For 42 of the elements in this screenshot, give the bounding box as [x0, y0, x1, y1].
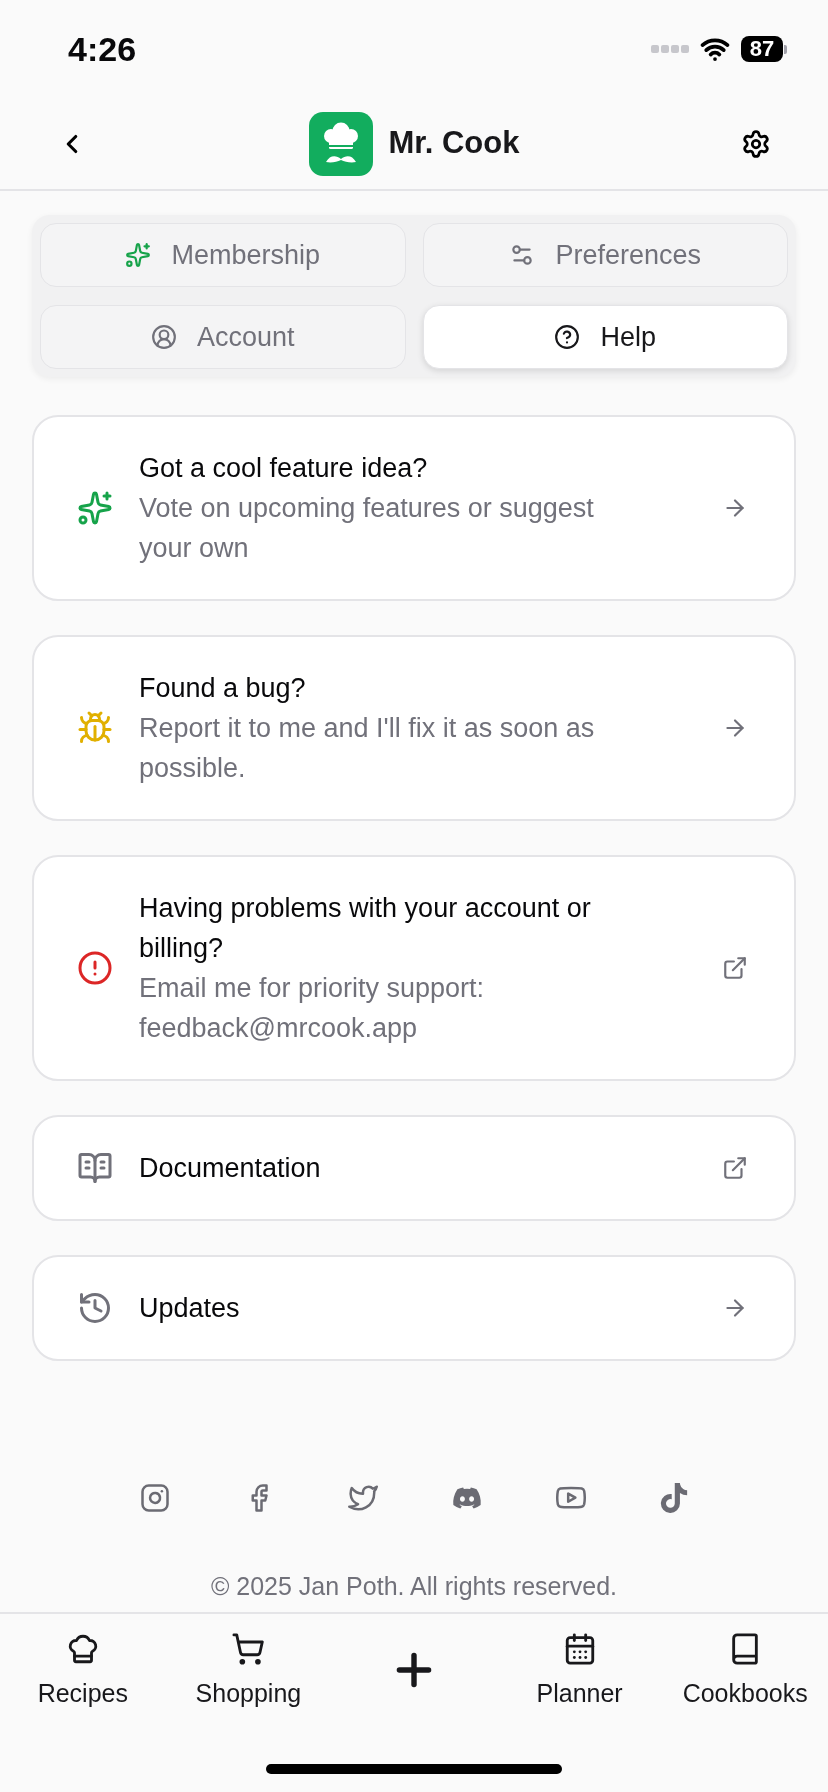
card-description: Vote on upcoming features or suggest your own	[139, 492, 595, 565]
settings-tab[interactable]: Help	[422, 305, 788, 369]
open-book-icon	[77, 1150, 113, 1186]
help-link-card[interactable]: Found a bug? Report it to me and I'll fix it as soon as possible.	[32, 635, 796, 821]
help-link-card[interactable]: Updates	[32, 1255, 796, 1361]
help-link-card[interactable]: Documentation	[32, 1115, 796, 1221]
sparkles-icon	[125, 242, 152, 268]
instagram-icon[interactable]	[140, 1483, 170, 1513]
card-title: Got a cool feature idea?	[139, 452, 429, 485]
card-title: Found a bug?	[139, 672, 307, 705]
card-description: Email me for priority support: feedback@mrcook.app	[139, 972, 486, 1045]
nav-tab[interactable]: Shopping	[195, 1632, 302, 1708]
settings-icon	[741, 128, 771, 159]
help-link-card[interactable]: Having problems with your account or billing? Email me for priority support: feedback@mrcook.app	[32, 855, 796, 1081]
nav-tab[interactable]: Recipes	[37, 1632, 128, 1708]
external-link-icon	[722, 955, 748, 981]
copyright-text: © 2025 Jan Poth. All rights reserved.	[210, 1571, 618, 1601]
user-circle-icon	[150, 324, 177, 350]
external-link-icon	[722, 1155, 748, 1181]
sparkles-icon	[77, 490, 113, 526]
tiktok-icon[interactable]	[660, 1483, 688, 1513]
bug-icon	[77, 710, 113, 746]
help-link-card[interactable]: Got a cool feature idea? Vote on upcoming features or suggest your own	[32, 415, 796, 601]
alert-circle-icon	[77, 950, 113, 986]
chef-hat-logo-icon	[308, 111, 373, 176]
card-description: Report it to me and I'll fix it as soon as possible.	[139, 712, 596, 785]
nav-tab[interactable]: Cookbooks	[682, 1632, 808, 1708]
settings-tab[interactable]: Preferences	[422, 223, 788, 287]
nav-tab[interactable]: Planner	[536, 1632, 623, 1708]
shopping-cart-icon	[231, 1632, 266, 1666]
card-title: Having problems with your account or billing?	[139, 892, 592, 965]
card-title: Documentation	[139, 1152, 322, 1185]
settings-tab[interactable]: Membership	[40, 223, 406, 287]
status-time: 4:26	[68, 32, 137, 66]
battery-indicator: 87	[741, 36, 787, 62]
history-icon	[77, 1290, 113, 1326]
help-circle-icon	[554, 324, 581, 350]
twitter-bird-icon[interactable]	[348, 1483, 378, 1513]
signal-icon	[651, 45, 689, 53]
settings-tab[interactable]: Account	[40, 305, 406, 369]
app-title: Mr. Cook	[388, 124, 520, 163]
card-title: Updates	[139, 1292, 241, 1325]
